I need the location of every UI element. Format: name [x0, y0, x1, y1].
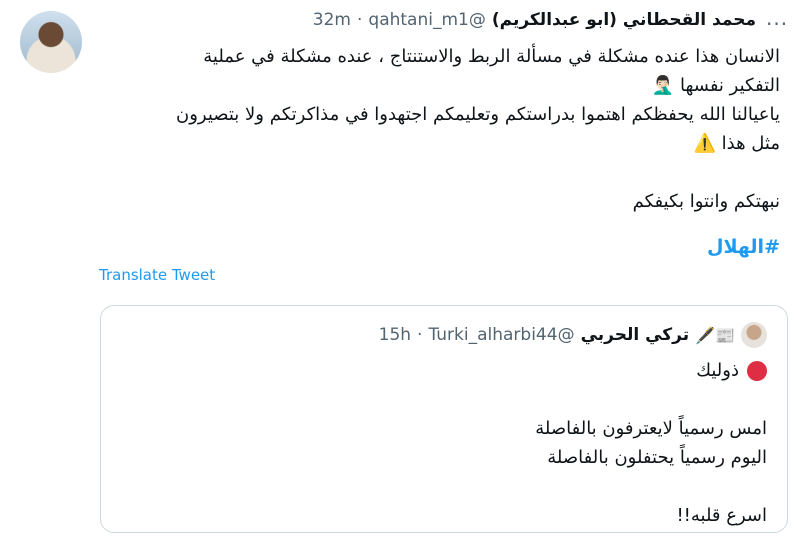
- separator-dot: ·: [417, 325, 423, 345]
- quoted-author-handle[interactable]: @Turki_alharbi44: [428, 325, 574, 345]
- red-circle-icon: [747, 361, 767, 381]
- quoted-tweet-header: 📰🖋️ تركي الحربي @Turki_alharbi44 · 15h: [379, 322, 767, 348]
- quoted-line: ذوليك: [696, 360, 739, 381]
- quoted-line-with-dot: ذوليك: [127, 356, 767, 385]
- tweet-line: الانسان هذا عنده مشكلة في مسألة الربط وا…: [203, 46, 780, 67]
- more-horizontal-icon[interactable]: ···: [766, 12, 788, 36]
- quoted-author-name[interactable]: تركي الحربي: [581, 325, 690, 345]
- tweet-header: محمد القحطاني (ابو عبدالكريم) @qahtani_m…: [313, 10, 756, 30]
- newspaper-pen-icon: 📰🖋️: [695, 325, 735, 345]
- translate-tweet-link[interactable]: Translate Tweet: [99, 266, 215, 284]
- quoted-author-avatar[interactable]: [741, 322, 767, 348]
- quoted-line: اسرع قلبه!!: [676, 505, 767, 526]
- quoted-line: امس رسمياً لايعترفون بالفاصلة: [535, 418, 767, 439]
- tweet-line: التفكير نفسها: [679, 75, 780, 96]
- author-name[interactable]: محمد القحطاني (ابو عبدالكريم): [492, 10, 756, 30]
- tweet-line: مثل هذا: [721, 133, 780, 154]
- tweet-line-with-emoji: مثل هذا ⚠️: [80, 129, 780, 158]
- tweet-line: ياعيالنا الله يحفظكم اهتموا بدراستكم وتع…: [175, 104, 780, 125]
- quoted-tweet-body: ذوليك امس رسمياً لايعترفون بالفاصلة اليو…: [127, 356, 767, 530]
- facepalm-emoji-icon: 🤦🏻‍♂️: [651, 75, 675, 96]
- tweet-line-with-emoji: التفكير نفسها 🤦🏻‍♂️: [80, 71, 780, 100]
- tweet-body: الانسان هذا عنده مشكلة في مسألة الربط وا…: [80, 42, 780, 216]
- tweet-line: نبهتكم وانتوا بكيفكم: [632, 191, 780, 212]
- tweet-time[interactable]: 32m: [313, 10, 351, 30]
- author-handle[interactable]: @qahtani_m1: [368, 10, 485, 30]
- hashtag-link[interactable]: #الهلال: [707, 236, 780, 258]
- warning-emoji-icon: ⚠️: [693, 133, 716, 154]
- separator-dot: ·: [357, 10, 363, 30]
- author-avatar[interactable]: [20, 11, 82, 73]
- quoted-tweet-card[interactable]: 📰🖋️ تركي الحربي @Turki_alharbi44 · 15h ذ…: [100, 305, 788, 533]
- quoted-line: اليوم رسمياً يحتفلون بالفاصلة: [547, 447, 767, 468]
- quoted-tweet-time[interactable]: 15h: [379, 325, 411, 345]
